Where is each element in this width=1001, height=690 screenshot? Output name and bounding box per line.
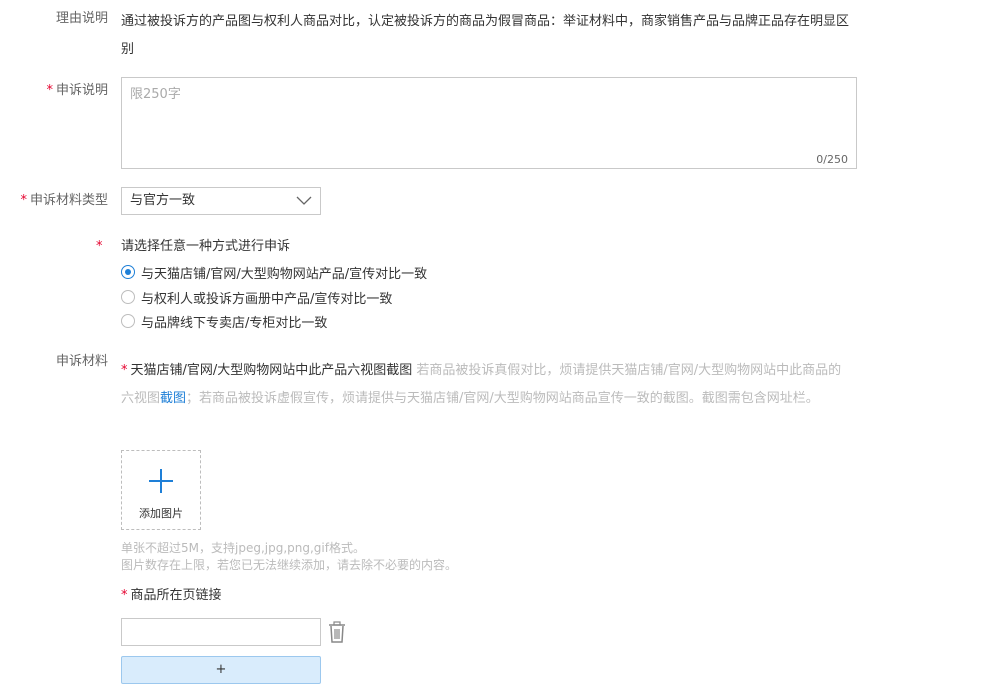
reason-label: 理由说明 xyxy=(55,11,108,26)
material-type-label: 申诉材料类型 xyxy=(29,193,108,208)
plus-icon xyxy=(149,469,173,493)
add-link-button[interactable]: + xyxy=(121,656,321,684)
appeal-desc-textarea[interactable] xyxy=(122,78,856,148)
material-type-label-row: * 申诉材料类型 xyxy=(0,192,108,210)
radio-label: 与权利人或投诉方画册中产品/宣传对比一致 xyxy=(141,291,393,307)
appeal-desc-label: 申诉说明 xyxy=(55,83,108,98)
product-link-label-row: * 商品所在页链接 xyxy=(121,587,222,605)
materials-item-title: 天猫店铺/官网/大型购物网站中此产品六视图截图 xyxy=(130,363,413,378)
radio-label: 与品牌线下专卖店/专柜对比一致 xyxy=(141,315,328,331)
trash-icon[interactable] xyxy=(327,621,347,643)
upload-hint-size: 单张不超过5M，支持jpeg,jpg,png,gif格式。 xyxy=(121,541,365,555)
add-image-button[interactable]: 添加图片 xyxy=(121,450,201,530)
required-mark: * xyxy=(20,193,27,208)
radio-option-offline-store[interactable]: 与品牌线下专卖店/专柜对比一致 xyxy=(121,311,327,331)
materials-desc-part2: ；若商品被投诉虚假宣传，烦请提供与天猫店铺/官网/大型购物网站商品宣传一致的截图… xyxy=(186,391,819,406)
reason-text: 通过被投诉方的产品图与权利人商品对比，认定被投诉方的商品为假冒商品：举证材料中，… xyxy=(121,14,850,57)
material-type-value: 与官方一致 xyxy=(130,193,196,208)
chevron-down-icon xyxy=(296,196,312,205)
material-type-select[interactable]: 与官方一致 xyxy=(121,187,321,215)
radio-button[interactable] xyxy=(121,290,135,304)
char-counter: 0/250 xyxy=(816,153,848,166)
materials-label: 申诉材料 xyxy=(55,354,108,369)
upload-hint-limit: 图片数存在上限，若您已无法继续添加，请去除不必要的内容。 xyxy=(121,558,458,572)
required-mark: * xyxy=(46,83,53,98)
radio-label: 与天猫店铺/官网/大型购物网站产品/宣传对比一致 xyxy=(141,266,428,282)
required-mark: * xyxy=(96,239,103,254)
radio-button[interactable] xyxy=(121,314,135,328)
radio-option-tmall[interactable]: 与天猫店铺/官网/大型购物网站产品/宣传对比一致 xyxy=(121,262,427,282)
add-image-label: 添加图片 xyxy=(139,507,183,520)
materials-description: * 天猫店铺/官网/大型购物网站中此产品六视图截图 若商品被投诉真假对比，烦请提供… xyxy=(121,357,851,413)
method-title: 请选择任意一种方式进行申诉 xyxy=(121,239,291,254)
radio-option-brochure[interactable]: 与权利人或投诉方画册中产品/宣传对比一致 xyxy=(121,287,392,307)
product-link-label: 商品所在页链接 xyxy=(130,588,222,603)
required-mark: * xyxy=(121,588,128,603)
appeal-desc-label-row: * 申诉说明 xyxy=(0,82,108,100)
appeal-desc-box: 0/250 xyxy=(121,77,857,169)
radio-button-checked[interactable] xyxy=(121,265,135,279)
required-mark: * xyxy=(121,363,128,378)
product-link-input[interactable] xyxy=(121,618,321,646)
method-required-mark: * xyxy=(96,238,106,256)
screenshot-link[interactable]: 截图 xyxy=(160,391,186,406)
